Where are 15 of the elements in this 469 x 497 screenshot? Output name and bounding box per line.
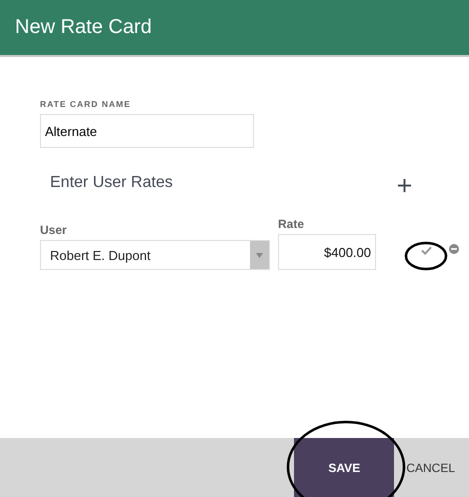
section-heading: Enter User Rates — [50, 174, 173, 192]
remove-icon[interactable] — [449, 244, 459, 254]
user-dropdown[interactable]: Robert E. Dupont — [40, 240, 270, 270]
field-label: User — [40, 223, 68, 237]
cancel-button[interactable]: CANCEL — [402, 438, 459, 497]
field-label: RATE CARD NAME — [40, 99, 131, 109]
field-label: Rate — [278, 217, 306, 231]
window-title: New Rate Card — [15, 16, 152, 39]
annotation-ellipse — [404, 242, 448, 270]
caret-icon — [256, 252, 263, 258]
add-icon[interactable] — [397, 178, 412, 193]
name-input-field[interactable]: Alternate — [40, 114, 254, 148]
save-button[interactable]: SAVE — [294, 438, 394, 497]
rate-input-field[interactable]: $400.00 — [278, 234, 376, 270]
checkmark-icon[interactable] — [421, 246, 432, 255]
